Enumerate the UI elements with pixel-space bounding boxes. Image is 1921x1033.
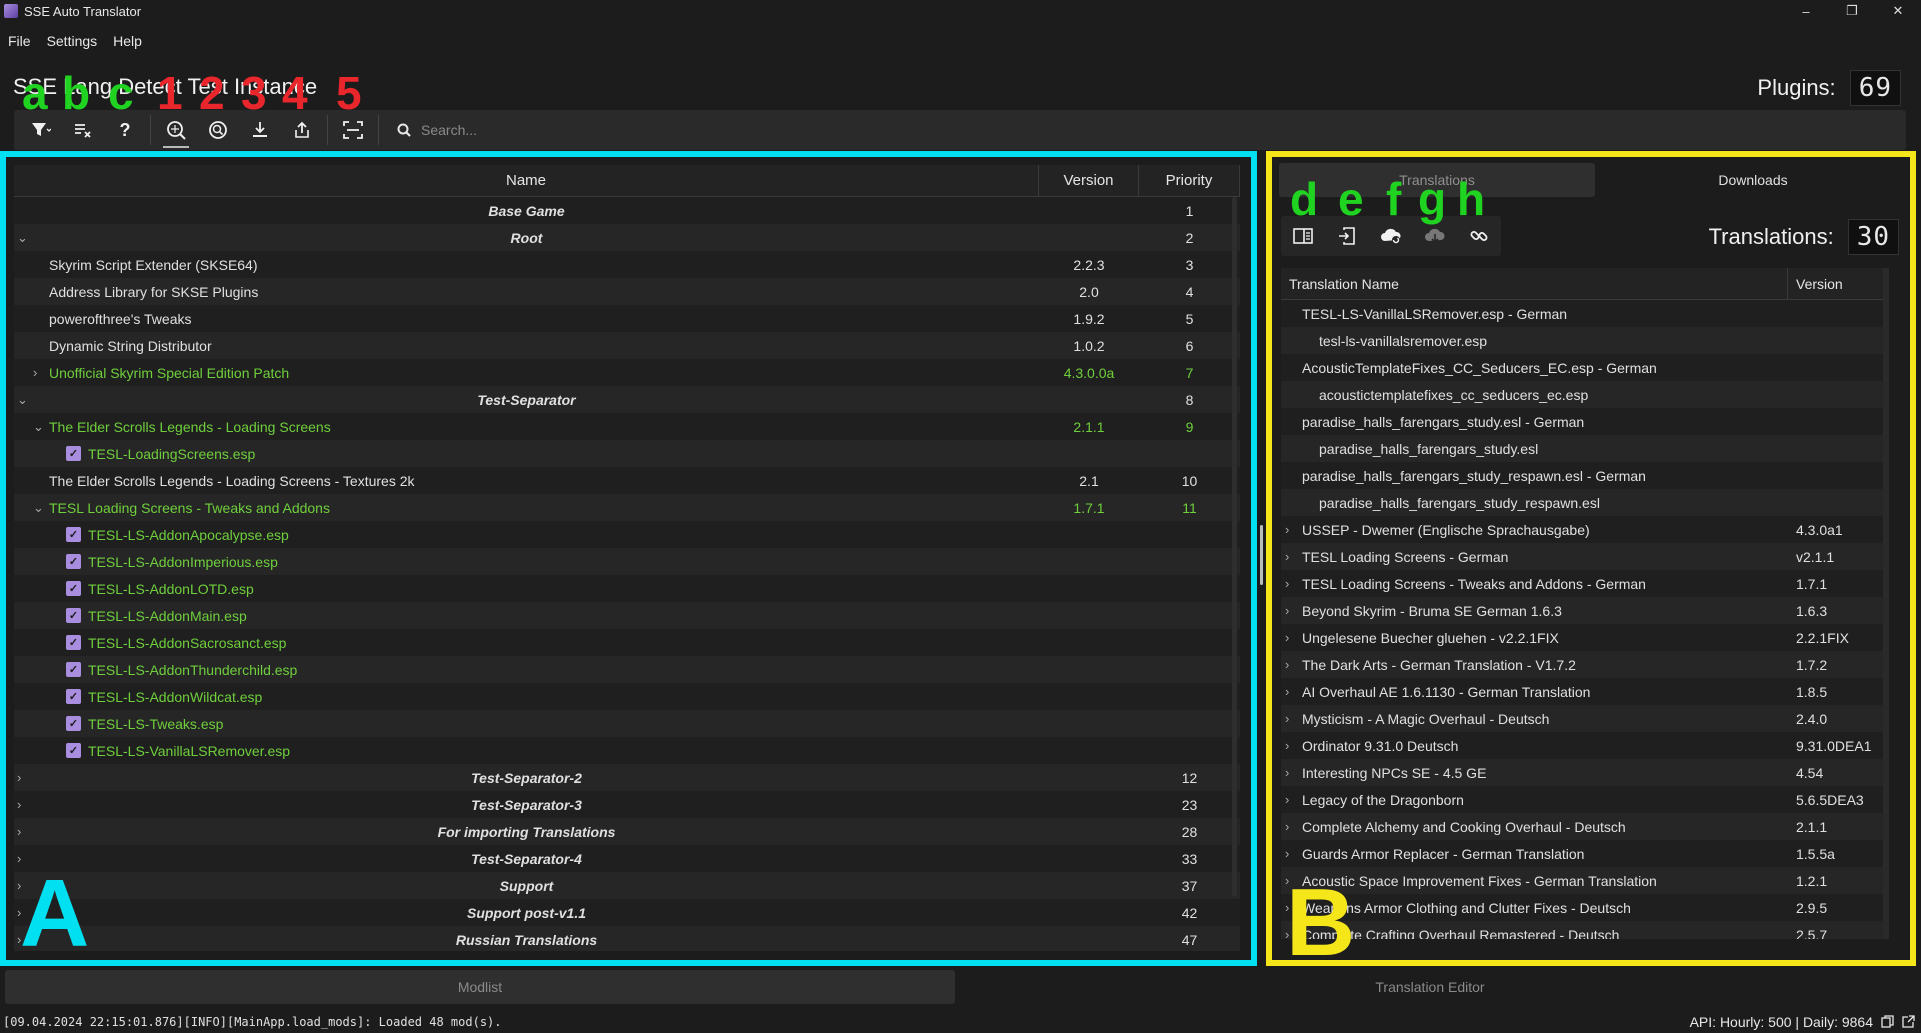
frame-icon [343, 121, 363, 139]
menu-help[interactable]: Help [105, 30, 150, 52]
download-icon [253, 122, 267, 137]
annotation-1: 1 [157, 67, 183, 119]
close-button[interactable]: ✕ [1875, 0, 1921, 22]
search-bar [397, 113, 1906, 147]
tab-modlist[interactable]: Modlist [5, 970, 955, 1004]
toolbar-divider [327, 115, 328, 145]
share-icon [295, 121, 309, 138]
copy-icon[interactable] [1881, 1015, 1894, 1028]
annotation-2: 2 [199, 67, 225, 119]
clear-list-icon [75, 124, 91, 138]
app-logo-icon [4, 4, 18, 18]
annotation-4: 4 [282, 67, 308, 119]
log-message: [09.04.2024 22:15:01.876][INFO][MainApp.… [3, 1014, 502, 1029]
question-icon: ? [119, 119, 131, 140]
tab-translation-editor[interactable]: Translation Editor [955, 970, 1905, 1004]
online-scan-icon [209, 121, 227, 139]
title-bar: SSE Auto Translator – ❐ ✕ [0, 0, 1921, 22]
status-bar: [09.04.2024 22:15:01.876][INFO][MainApp.… [0, 1010, 1921, 1033]
maximize-button[interactable]: ❐ [1829, 0, 1875, 22]
menu-file[interactable]: File [0, 30, 39, 52]
open-external-icon[interactable] [1902, 1015, 1915, 1028]
plugins-count: 69 [1849, 70, 1901, 106]
plugins-label: Plugins: [1757, 75, 1836, 100]
annotation-panel-b: B [1286, 869, 1356, 976]
search-icon [397, 123, 411, 137]
api-usage: API: Hourly: 500 | Daily: 9864 [1690, 1014, 1915, 1030]
search-input[interactable] [421, 122, 1906, 138]
bottom-tabs: Modlist Translation Editor [5, 970, 1916, 1004]
plugins-counter: Plugins: 69 [1757, 70, 1901, 106]
annotation-panel-a: A [20, 860, 90, 967]
menu-bar: File Settings Help [0, 30, 150, 52]
annotation-5: 5 [336, 67, 362, 119]
annotation-a: a [22, 67, 48, 119]
window-title: SSE Auto Translator [24, 3, 142, 19]
annotation-frame-b [1266, 151, 1916, 966]
toolbar-divider [150, 115, 151, 145]
window-controls: – ❐ ✕ [1783, 0, 1921, 22]
scan-icon [167, 121, 186, 140]
annotation-3: 3 [241, 67, 267, 119]
annotation-b: b [62, 67, 91, 119]
annotation-frame-a [0, 151, 1257, 966]
annotation-c: c [108, 67, 134, 119]
panel-splitter-handle[interactable] [1260, 525, 1263, 585]
menu-settings[interactable]: Settings [39, 30, 106, 52]
filter-icon [32, 123, 51, 136]
api-usage-text: API: Hourly: 500 | Daily: 9864 [1689, 1013, 1873, 1030]
toolbar-divider [378, 115, 379, 145]
minimize-button[interactable]: – [1783, 0, 1829, 22]
